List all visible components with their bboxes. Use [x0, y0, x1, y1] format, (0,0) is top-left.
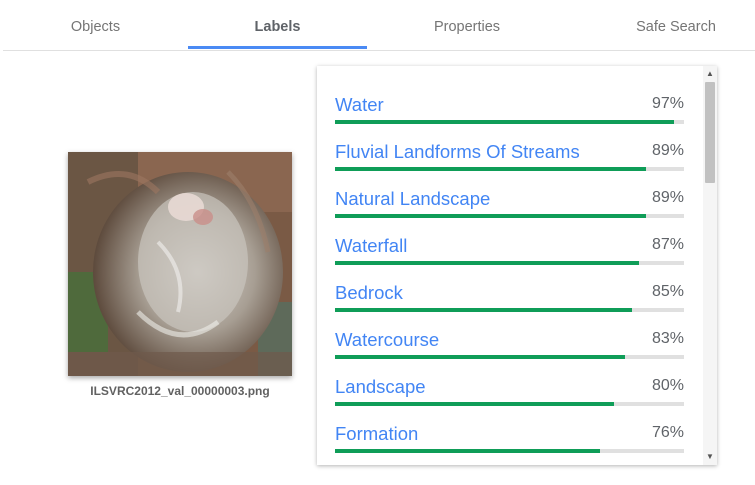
label-row[interactable]: Water 97% [335, 76, 684, 124]
tab-properties[interactable]: Properties [367, 0, 567, 50]
label-name[interactable]: Water [335, 94, 384, 116]
label-score: 89% [651, 142, 684, 159]
active-tab-indicator [188, 46, 367, 49]
label-name[interactable]: Waterfall [335, 235, 407, 257]
label-row[interactable]: Landscape 80% [335, 358, 684, 406]
label-score: 83% [651, 330, 684, 347]
tab-labels[interactable]: Labels [188, 0, 367, 50]
label-score: 76% [651, 424, 684, 441]
label-name[interactable]: Natural Landscape [335, 188, 490, 210]
label-score: 80% [651, 377, 684, 394]
tab-safe-search[interactable]: Safe Search [567, 0, 755, 50]
label-row[interactable]: Watercourse 83% [335, 311, 684, 359]
label-row[interactable]: Natural Landscape 89% [335, 170, 684, 218]
scroll-down-arrow-icon[interactable]: ▼ [703, 451, 717, 463]
label-row[interactable]: Fluvial Landforms Of Streams 89% [335, 123, 684, 171]
label-row[interactable]: Bedrock 85% [335, 264, 684, 312]
tab-bar: Objects Labels Properties Safe Search [3, 0, 755, 51]
label-score: 97% [651, 95, 684, 112]
label-name[interactable]: Watercourse [335, 329, 439, 351]
label-name[interactable]: Formation [335, 423, 418, 445]
label-name[interactable]: Fluvial Landforms Of Streams [335, 141, 580, 163]
label-row[interactable]: Formation 76% [335, 405, 684, 453]
scroll-thumb[interactable] [705, 82, 715, 183]
label-score: 87% [651, 236, 684, 253]
image-filename: ILSVRC2012_val_00000003.png [90, 384, 270, 398]
scroll-up-arrow-icon[interactable]: ▲ [703, 68, 717, 80]
label-score: 89% [651, 189, 684, 206]
scrollbar[interactable]: ▲ ▼ [703, 66, 717, 465]
label-row[interactable]: Canyon74% [335, 452, 684, 465]
label-name[interactable]: Landscape [335, 376, 426, 398]
labels-panel: Water 97% Fluvial Landforms Of Streams 89% N… [317, 66, 717, 465]
tab-objects[interactable]: Objects [3, 0, 188, 50]
label-score: 85% [651, 283, 684, 300]
label-name[interactable]: Bedrock [335, 282, 403, 304]
label-row[interactable]: Waterfall 87% [335, 217, 684, 265]
analyzed-image [68, 152, 292, 376]
